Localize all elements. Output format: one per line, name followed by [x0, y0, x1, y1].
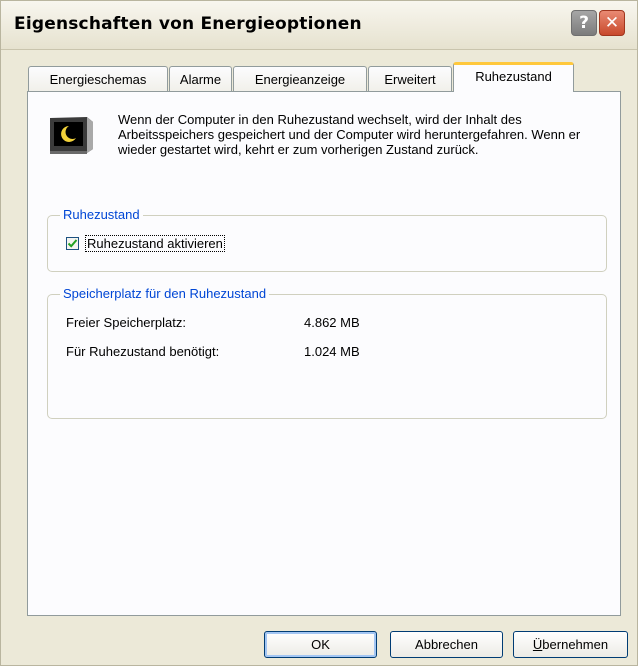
ok-button[interactable]: OK: [264, 631, 377, 658]
close-icon: ✕: [604, 13, 620, 33]
help-button[interactable]: ?: [571, 10, 597, 36]
apply-label-rest: bernehmen: [542, 637, 609, 652]
cancel-button[interactable]: Abbrechen: [390, 631, 503, 658]
apply-accelerator: Ü: [532, 637, 543, 652]
properties-window: Eigenschaften von Energieoptionen ? ✕ En…: [0, 0, 638, 666]
disk-space-group-title: Speicherplatz für den Ruhezustand: [60, 286, 270, 301]
intro-text: Wenn der Computer in den Ruhezustand wec…: [118, 112, 581, 157]
close-button[interactable]: ✕: [599, 10, 625, 36]
tab-energieanzeige[interactable]: Energieanzeige: [233, 66, 367, 91]
hibernate-group-title: Ruhezustand: [60, 207, 143, 222]
tab-energieschemas[interactable]: Energieschemas: [28, 66, 168, 91]
check-mark-icon: [67, 239, 78, 248]
tab-alarme[interactable]: Alarme: [169, 66, 232, 91]
free-space-label: Freier Speicherplatz:: [66, 315, 186, 330]
required-space-label: Für Ruhezustand benötigt:: [66, 344, 220, 359]
tab-ruhezustand[interactable]: Ruhezustand: [453, 62, 574, 92]
free-space-value: 4.862 MB: [304, 315, 360, 330]
help-icon: ?: [579, 13, 589, 33]
hibernate-checkbox-label[interactable]: Ruhezustand aktivieren: [85, 235, 225, 252]
title-bar[interactable]: Eigenschaften von Energieoptionen ? ✕: [1, 1, 637, 50]
window-title: Eigenschaften von Energieoptionen: [14, 14, 362, 34]
required-space-value: 1.024 MB: [304, 344, 360, 359]
hibernate-checkbox[interactable]: [66, 237, 79, 250]
hibernate-monitor-icon: [50, 117, 93, 154]
apply-button[interactable]: Übernehmen: [513, 631, 628, 658]
tab-erweitert[interactable]: Erweitert: [368, 66, 452, 91]
